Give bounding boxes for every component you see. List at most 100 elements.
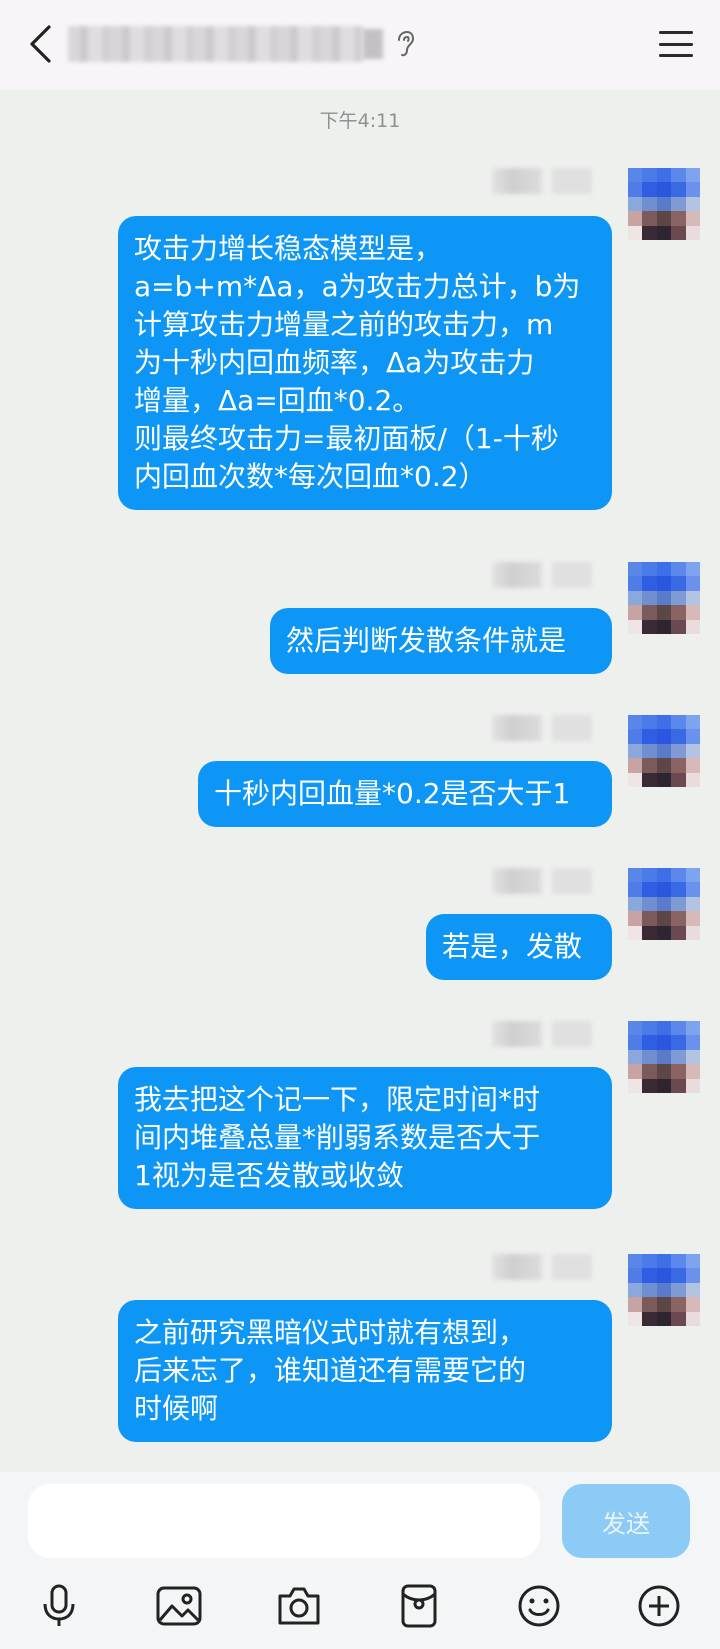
avatar-pixel: [685, 211, 700, 226]
avatar-pixel: [628, 729, 643, 744]
sender-name-obscured: [492, 1254, 592, 1284]
avatar-pixel: [656, 896, 672, 912]
avatar-pixel: [642, 1078, 657, 1093]
avatar-pixel: [628, 882, 643, 897]
microphone-icon: [43, 1584, 75, 1626]
avatar-pixel: [671, 1049, 686, 1065]
sender-name-obscured: [492, 1021, 592, 1051]
avatar-pixel: [685, 1078, 700, 1093]
avatar-pixel: [628, 1078, 643, 1093]
avatar[interactable]: [628, 168, 700, 240]
avatar-pixel: [685, 868, 700, 883]
avatar[interactable]: [628, 1254, 700, 1326]
send-button[interactable]: 发送: [562, 1484, 690, 1558]
avatar-pixel: [671, 911, 686, 926]
avatar-pixel: [656, 925, 672, 940]
avatar-pixel: [656, 743, 672, 759]
sender-name-obscured: [492, 562, 592, 592]
message-bubble[interactable]: 我去把这个记一下，限定时间*时 间内堆叠总量*削弱系数是否大于 1视为是否发散或…: [118, 1067, 612, 1209]
avatar-pixel: [685, 911, 700, 926]
blur-block: [492, 868, 542, 894]
plus-icon: [638, 1585, 680, 1627]
avatar-pixel: [685, 772, 700, 787]
message-bubble[interactable]: 攻击力增长稳态模型是， a=b+m*Δa，a为攻击力总计，b为 计算攻击力增量之…: [118, 216, 612, 510]
avatar-pixel: [642, 196, 657, 212]
avatar-pixel: [642, 1064, 657, 1079]
message-bubble[interactable]: 之前研究黑暗仪式时就有想到， 后来忘了，谁知道还有需要它的 时候啊: [118, 1300, 612, 1442]
message-input[interactable]: [28, 1484, 540, 1558]
avatar-pixel: [642, 182, 657, 197]
avatar-pixel: [628, 743, 643, 759]
avatar-pixel: [685, 1035, 700, 1050]
blurred-contact-name-end: [363, 29, 383, 59]
avatar-pixel: [685, 743, 700, 759]
avatar-pixel: [656, 576, 672, 591]
avatar-pixel: [685, 196, 700, 212]
avatar-pixel: [656, 225, 672, 240]
avatar-pixel: [628, 1268, 643, 1283]
emoji-button[interactable]: [513, 1580, 565, 1632]
avatar-pixel: [671, 729, 686, 744]
menu-icon-bar: [659, 42, 693, 46]
red-packet-button[interactable]: [393, 1580, 445, 1632]
avatar-pixel: [671, 1021, 686, 1036]
sender-name-obscured: [492, 868, 592, 898]
avatar-pixel: [656, 729, 672, 744]
avatar-pixel: [671, 1254, 686, 1269]
ear-icon[interactable]: [393, 29, 417, 59]
avatar-pixel: [656, 772, 672, 787]
blur-block: [552, 168, 592, 194]
avatar-pixel: [642, 562, 657, 577]
avatar-pixel: [628, 1297, 643, 1312]
avatar-pixel: [642, 1254, 657, 1269]
emoji-icon: [518, 1585, 560, 1627]
menu-button[interactable]: [658, 26, 694, 62]
avatar-pixel: [685, 882, 700, 897]
avatar-pixel: [628, 168, 643, 183]
avatar-pixel: [642, 1282, 657, 1298]
image-icon: [156, 1586, 202, 1626]
blur-block: [492, 562, 542, 588]
message-bubble[interactable]: 然后判断发散条件就是: [270, 608, 612, 674]
avatar[interactable]: [628, 715, 700, 787]
avatar[interactable]: [628, 562, 700, 634]
avatar-pixel: [685, 715, 700, 730]
avatar-pixel: [642, 211, 657, 226]
image-button[interactable]: [153, 1580, 205, 1632]
back-button[interactable]: [18, 22, 62, 66]
avatar-pixel: [671, 758, 686, 773]
avatar-pixel: [628, 576, 643, 591]
avatar-pixel: [628, 1254, 643, 1269]
avatar-pixel: [685, 896, 700, 912]
more-button[interactable]: [633, 1580, 685, 1632]
avatar-pixel: [685, 1311, 700, 1326]
avatar-pixel: [628, 211, 643, 226]
avatar-pixel: [685, 1268, 700, 1283]
avatar-pixel: [685, 758, 700, 773]
avatar[interactable]: [628, 868, 700, 940]
avatar-pixel: [628, 196, 643, 212]
avatar-pixel: [656, 182, 672, 197]
avatar-pixel: [671, 590, 686, 606]
avatar-pixel: [685, 619, 700, 634]
avatar-pixel: [628, 1021, 643, 1036]
camera-button[interactable]: [273, 1580, 325, 1632]
avatar-pixel: [671, 225, 686, 240]
avatar-pixel: [656, 168, 672, 183]
avatar-pixel: [628, 1282, 643, 1298]
avatar-pixel: [685, 925, 700, 940]
avatar-pixel: [628, 772, 643, 787]
chat-title-obscured[interactable]: [68, 24, 417, 64]
voice-button[interactable]: [33, 1580, 85, 1632]
avatar-pixel: [656, 882, 672, 897]
avatar-pixel: [628, 182, 643, 197]
blur-block: [552, 1254, 592, 1280]
avatar-pixel: [671, 211, 686, 226]
avatar-pixel: [656, 868, 672, 883]
avatar-pixel: [685, 562, 700, 577]
message-bubble[interactable]: 若是，发散: [426, 914, 612, 980]
message-bubble[interactable]: 十秒内回血量*0.2是否大于1: [198, 761, 612, 827]
avatar-pixel: [642, 576, 657, 591]
avatar-pixel: [642, 911, 657, 926]
avatar[interactable]: [628, 1021, 700, 1093]
